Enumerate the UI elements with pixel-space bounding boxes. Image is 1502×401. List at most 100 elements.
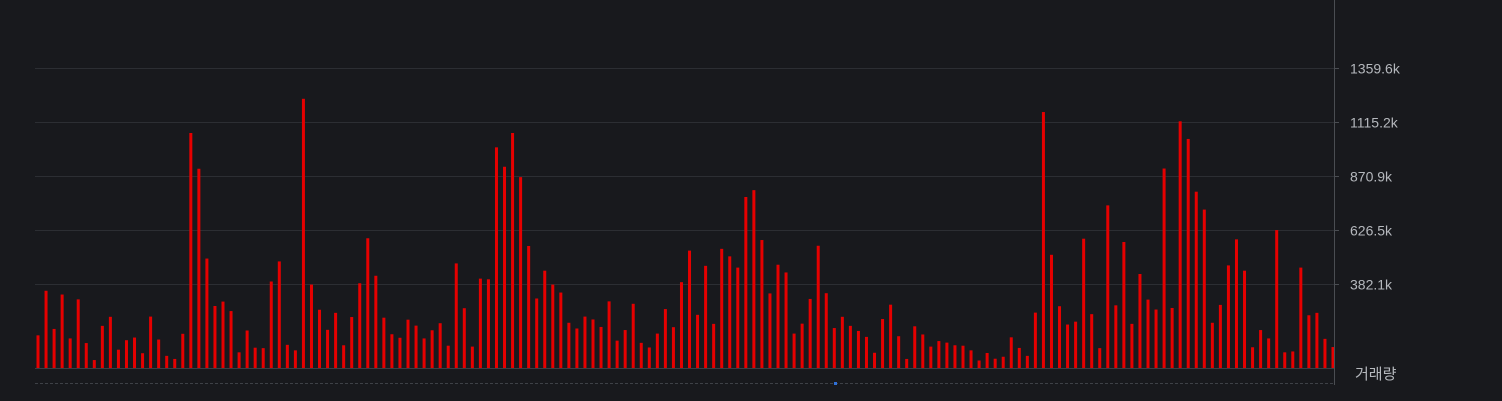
volume-bar — [1267, 338, 1271, 368]
volume-bar — [615, 340, 619, 368]
volume-bar — [1275, 230, 1279, 368]
y-tick-label: 870.9k — [1350, 169, 1393, 185]
volume-bar — [840, 316, 844, 368]
volume-bar — [856, 330, 860, 368]
volume-bar — [567, 322, 571, 368]
volume-bar — [133, 337, 137, 368]
volume-bar — [157, 339, 161, 368]
volume-bar — [1122, 242, 1126, 368]
volume-bar — [639, 342, 643, 368]
volume-bar — [679, 282, 683, 368]
volume-bar — [591, 319, 595, 368]
volume-bar — [607, 301, 611, 368]
volume-bar — [76, 299, 80, 368]
volume-bar — [897, 336, 901, 368]
volume-chart: 382.1k 626.5k 870.9k 1115.2k 1359.6k 거래량 — [0, 0, 1502, 401]
volume-bar — [181, 333, 185, 368]
volume-bar — [1138, 274, 1142, 368]
volume-bar — [776, 264, 780, 368]
volume-bar — [478, 278, 482, 368]
volume-bar — [1299, 267, 1303, 368]
volume-bar — [519, 177, 523, 368]
volume-bar — [213, 306, 217, 368]
volume-bar — [1098, 348, 1102, 368]
volume-bar — [969, 350, 973, 368]
volume-bar — [350, 317, 354, 368]
volume-bar — [768, 293, 772, 368]
volume-bar — [1186, 138, 1190, 368]
volume-bar — [406, 319, 410, 368]
volume-bar — [824, 293, 828, 368]
volume-bar — [390, 334, 394, 368]
volume-bar — [671, 327, 675, 368]
volume-bar — [1243, 270, 1247, 368]
volume-bar — [366, 238, 370, 368]
volume-bar — [1178, 121, 1182, 368]
volume-bar — [864, 336, 868, 368]
volume-bar — [245, 330, 249, 368]
volume-bar — [414, 325, 418, 368]
volume-bar — [1090, 314, 1094, 368]
volume-bar — [44, 290, 48, 368]
volume-bar — [1041, 112, 1045, 368]
volume-bar — [1017, 347, 1021, 368]
volume-bar — [832, 328, 836, 368]
volume-bar — [189, 133, 193, 368]
volume-bar — [309, 284, 313, 368]
volume-bar — [1106, 205, 1110, 368]
volume-bar — [929, 346, 933, 368]
time-scale-strip[interactable] — [35, 382, 1334, 385]
volume-bar — [631, 303, 635, 368]
volume-bar — [1066, 324, 1070, 368]
volume-bar — [1291, 351, 1295, 368]
volume-bar — [1251, 347, 1255, 368]
gridlines — [35, 68, 1339, 285]
volume-bar — [1315, 312, 1319, 368]
volume-bar — [84, 343, 88, 368]
volume-bar — [663, 309, 667, 368]
volume-bar — [945, 342, 949, 368]
volume-bar — [792, 333, 796, 368]
volume-bar — [149, 316, 153, 368]
volume-bar — [1130, 323, 1134, 368]
volume-bar — [269, 281, 273, 368]
volume-bar — [1307, 315, 1311, 368]
volume-bar — [382, 317, 386, 368]
volume-bar — [237, 352, 241, 368]
volume-bar — [446, 345, 450, 368]
volume-bar — [1283, 352, 1287, 368]
volume-bar — [1226, 265, 1230, 368]
volume-bar — [559, 292, 563, 368]
time-scale-handle[interactable] — [834, 382, 837, 385]
volume-bar — [470, 346, 474, 368]
volume-bar — [1202, 209, 1206, 368]
volume-bar — [913, 326, 917, 368]
volume-bar — [728, 256, 732, 368]
y-tick-label: 1115.2k — [1350, 115, 1399, 131]
volume-bar — [205, 258, 209, 368]
volume-bar — [1323, 338, 1327, 368]
volume-bar — [1146, 299, 1150, 368]
volume-bar — [977, 360, 981, 368]
volume-bar — [889, 304, 893, 368]
volume-bar — [583, 316, 587, 368]
volume-bar — [873, 352, 877, 368]
volume-bar — [494, 147, 498, 368]
volume-bar — [68, 338, 72, 368]
volume-bar — [454, 263, 458, 368]
volume-bar — [961, 345, 965, 368]
volume-bar — [551, 284, 555, 368]
volume-bar — [1234, 239, 1238, 368]
volume-bar — [358, 283, 362, 368]
volume-bar — [937, 341, 941, 368]
volume-bar — [696, 314, 700, 368]
volume-bar — [165, 355, 169, 368]
volume-bar — [1049, 254, 1053, 368]
volume-bar — [848, 325, 852, 368]
volume-bar — [197, 168, 201, 368]
volume-bar — [285, 344, 289, 368]
volume-bar — [293, 350, 297, 368]
volume-bar — [953, 345, 957, 368]
volume-bar — [301, 98, 305, 369]
volume-bar — [398, 337, 402, 368]
